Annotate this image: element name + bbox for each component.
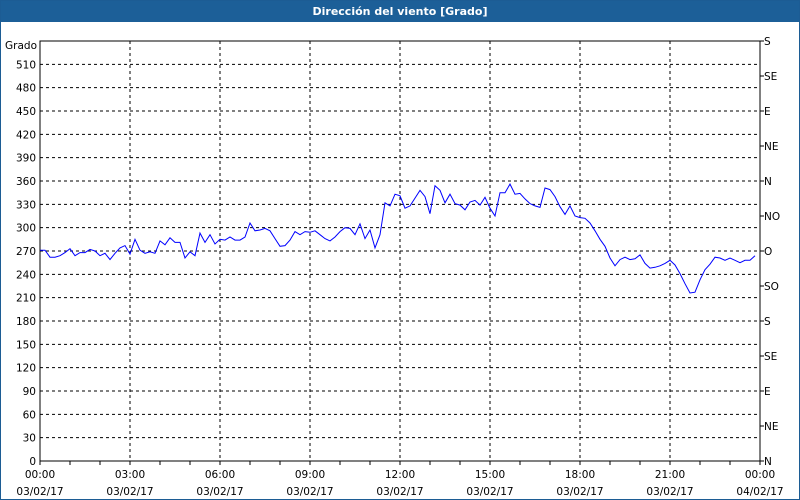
y-tick-label: 420 — [16, 129, 36, 141]
x-tick-time: 00:00 — [745, 469, 775, 481]
y-tick-label: 30 — [23, 433, 36, 445]
right-axis-label: SE — [764, 71, 777, 83]
y-axis-label: Grado — [5, 40, 37, 52]
x-tick-time: 21:00 — [655, 469, 685, 481]
y-tick-label: 180 — [16, 316, 36, 328]
right-axis-label: NE — [764, 421, 779, 433]
y-tick-label: 270 — [16, 246, 36, 258]
right-axis-label: E — [764, 386, 771, 398]
x-tick-time: 06:00 — [205, 469, 235, 481]
x-tick-date: 03/02/17 — [376, 486, 423, 498]
x-tick-date: 03/02/17 — [466, 486, 513, 498]
x-tick-time: 00:00 — [25, 469, 55, 481]
y-tick-label: 90 — [23, 386, 36, 398]
right-axis-label: NO — [764, 211, 780, 223]
right-axis-label: SE — [764, 351, 777, 363]
right-axis-label: S — [764, 36, 771, 48]
y-tick-label: 0 — [29, 456, 36, 468]
y-tick-label: 120 — [16, 363, 36, 375]
y-tick-label: 240 — [16, 269, 36, 281]
right-axis-label: O — [764, 246, 772, 258]
right-axis-label: SO — [764, 281, 779, 293]
y-tick-label: 330 — [16, 199, 36, 211]
x-tick-date: 03/02/17 — [16, 486, 63, 498]
right-axis-label: E — [764, 106, 771, 118]
y-tick-label: 60 — [23, 409, 36, 421]
x-tick-time: 18:00 — [565, 469, 595, 481]
x-tick-time: 15:00 — [475, 469, 505, 481]
right-axis-label: N — [764, 456, 772, 468]
x-tick-date: 03/02/17 — [106, 486, 153, 498]
x-tick-date: 03/02/17 — [646, 486, 693, 498]
right-axis-label: N — [764, 176, 772, 188]
right-axis-label: S — [764, 316, 771, 328]
y-tick-label: 510 — [16, 59, 36, 71]
y-tick-label: 150 — [16, 339, 36, 351]
y-tick-label: 360 — [16, 176, 36, 188]
y-tick-label: 480 — [16, 83, 36, 95]
series-line — [40, 183, 756, 294]
x-tick-date: 03/02/17 — [556, 486, 603, 498]
x-tick-date: 04/02/17 — [736, 486, 783, 498]
y-tick-label: 300 — [16, 223, 36, 235]
x-tick-time: 12:00 — [385, 469, 415, 481]
y-tick-label: 450 — [16, 106, 36, 118]
y-tick-label: 210 — [16, 293, 36, 305]
y-tick-label: 390 — [16, 153, 36, 165]
right-axis-label: NE — [764, 141, 779, 153]
wind-direction-chart: 0 30 60 90 120 150 180 210 240 270 300 330 360 390 420… — [5, 36, 784, 498]
x-tick-time: 03:00 — [115, 469, 145, 481]
x-tick-date: 03/02/17 — [286, 486, 333, 498]
x-tick-date: 03/02/17 — [196, 486, 243, 498]
x-tick-time: 09:00 — [295, 469, 325, 481]
